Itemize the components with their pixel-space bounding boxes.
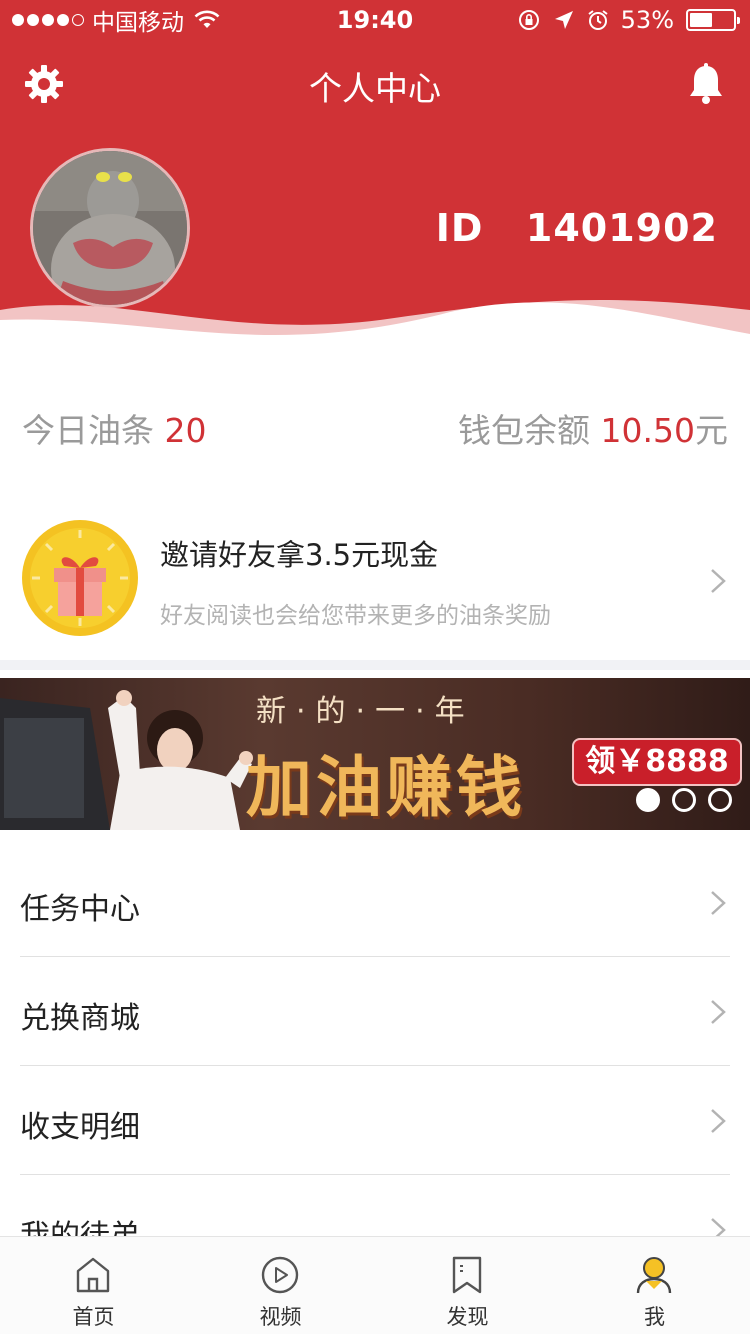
tab-bar: 首页 视频 发现 我 — [0, 1236, 750, 1334]
tab-discover[interactable]: 发现 — [374, 1237, 561, 1334]
oil-value: 20 — [164, 411, 207, 450]
chevron-right-icon — [711, 569, 726, 593]
tab-label: 视频 — [259, 1305, 302, 1329]
bookmark-icon — [452, 1256, 482, 1294]
tab-video[interactable]: 视频 — [187, 1237, 374, 1334]
wallet-value: 10.50 — [600, 411, 695, 450]
pager-dot[interactable] — [708, 788, 732, 812]
home-icon — [76, 1257, 110, 1293]
menu-item-label: 收支明细 — [20, 1110, 140, 1145]
banner-pager[interactable] — [636, 788, 732, 812]
banner-main-text: 加油赚钱 — [246, 749, 526, 826]
chevron-right-icon — [711, 1109, 726, 1133]
user-id-value: 1401902 — [525, 206, 718, 250]
wallet-stat[interactable]: 钱包余额 10.50元 — [458, 404, 728, 452]
section-divider — [0, 660, 750, 670]
invite-card[interactable]: 邀请好友拿3.5元现金 好友阅读也会给您带来更多的油条奖励 — [0, 510, 750, 650]
menu-item-transactions[interactable]: 收支明细 — [20, 1066, 730, 1175]
menu-list: 任务中心 兑换商城 收支明细 我的徒弟 — [0, 848, 750, 1284]
user-id: ID 1401902 — [436, 206, 718, 250]
oil-label: 今日油条 — [22, 411, 154, 450]
status-bar: 中国移动 19:40 53% — [0, 0, 750, 40]
promo-banner[interactable]: 新·的·一·年 加油赚钱 领￥8888 — [0, 678, 750, 830]
user-id-label: ID — [435, 206, 484, 250]
pager-dot[interactable] — [672, 788, 696, 812]
rotation-lock-icon — [518, 10, 539, 30]
tab-home[interactable]: 首页 — [0, 1237, 187, 1334]
user-icon — [636, 1257, 672, 1294]
oil-stat[interactable]: 今日油条 20 — [22, 404, 207, 452]
menu-item-exchange-mall[interactable]: 兑换商城 — [20, 957, 730, 1066]
avatar[interactable] — [30, 148, 190, 308]
wallet-label: 钱包余额 — [458, 411, 591, 450]
gift-icon — [22, 520, 138, 636]
banner-top-text: 新·的·一·年 — [256, 694, 475, 729]
battery-icon — [686, 9, 740, 31]
banner-badge: 领￥8888 — [572, 738, 742, 786]
invite-title: 邀请好友拿3.5元现金 — [160, 538, 439, 572]
wallet-unit: 元 — [695, 411, 728, 450]
menu-item-task-center[interactable]: 任务中心 — [20, 848, 730, 957]
location-icon — [554, 11, 573, 29]
pager-dot[interactable] — [636, 788, 660, 812]
avatar-image — [33, 151, 187, 305]
tab-label: 发现 — [446, 1305, 489, 1329]
bell-icon[interactable] — [686, 62, 726, 106]
menu-item-label: 任务中心 — [20, 892, 140, 927]
invite-subtitle: 好友阅读也会给您带来更多的油条奖励 — [160, 603, 551, 629]
alarm-icon — [588, 10, 608, 30]
page-title: 个人中心 — [309, 69, 441, 108]
chevron-right-icon — [711, 891, 726, 915]
battery-percent: 53% — [620, 6, 674, 34]
play-icon — [261, 1256, 299, 1294]
tab-label: 首页 — [72, 1305, 115, 1329]
profile-header: 中国移动 19:40 53% 个人中心 ID 1401902 — [0, 0, 750, 360]
tab-label: 我 — [644, 1305, 665, 1329]
stats-row: 今日油条 20 钱包余额 10.50元 — [0, 400, 750, 456]
chevron-right-icon — [711, 1000, 726, 1024]
tab-me[interactable]: 我 — [561, 1237, 748, 1334]
header-wave — [0, 299, 750, 360]
menu-item-label: 兑换商城 — [20, 1001, 140, 1036]
